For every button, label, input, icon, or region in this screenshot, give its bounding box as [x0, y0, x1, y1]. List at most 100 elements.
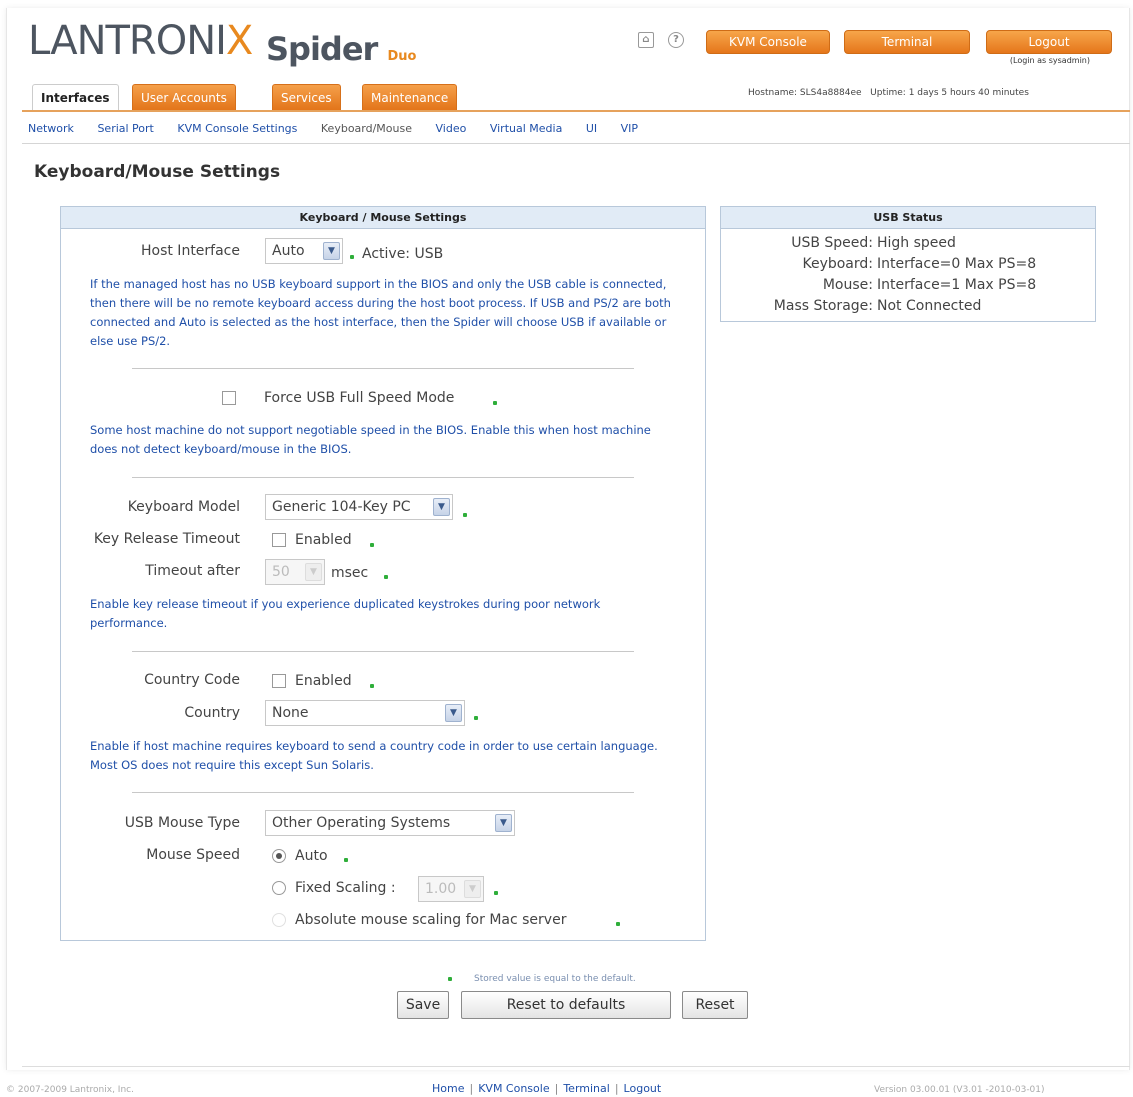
save-button[interactable]: Save [397, 991, 449, 1019]
footer-logout-link[interactable]: Logout [624, 1082, 662, 1095]
subnav-virtual-media[interactable]: Virtual Media [490, 122, 562, 135]
tab-divider [22, 110, 1130, 112]
divider [132, 792, 634, 793]
mouse-speed-fixed-radio[interactable] [272, 881, 286, 895]
chevron-down-icon: ▼ [464, 880, 481, 898]
keyboard-key: Keyboard: [802, 256, 873, 272]
hostname-text: Hostname: SLS4a8884ee [748, 88, 862, 98]
country-code-enabled-checkbox[interactable] [272, 674, 286, 688]
default-indicator-icon [344, 858, 348, 862]
usb-status-panel: USB Status USB Speed: High speed Keyboar… [720, 206, 1096, 322]
mouse-speed-auto-radio[interactable] [272, 849, 286, 863]
login-as-text: (Login as sysadmin) [1009, 56, 1090, 65]
default-indicator-icon [494, 891, 498, 895]
footer-divider [22, 1066, 1130, 1067]
country-select[interactable]: None ▼ [265, 700, 465, 726]
tab-services[interactable]: Services [272, 84, 341, 111]
default-indicator-icon [350, 255, 354, 259]
uptime-text: Uptime: 1 days 5 hours 40 minutes [870, 88, 1029, 98]
subnav-serial-port[interactable]: Serial Port [97, 122, 153, 135]
keyboard-model-label: Keyboard Model [127, 499, 240, 515]
subnav-divider [22, 143, 1130, 144]
subnav-vip[interactable]: VIP [621, 122, 638, 135]
subnav-keyboard-mouse[interactable]: Keyboard/Mouse [321, 122, 412, 135]
sub-navigation: Network Serial Port KVM Console Settings… [28, 122, 658, 135]
subnav-ui[interactable]: UI [586, 122, 597, 135]
country-code-label: Country Code [144, 672, 240, 688]
country-value: None [272, 705, 309, 721]
terminal-button[interactable]: Terminal [844, 30, 970, 54]
tab-maintenance[interactable]: Maintenance [362, 84, 458, 111]
subnav-kvm-console-settings[interactable]: KVM Console Settings [177, 122, 297, 135]
fixed-scaling-label: Fixed Scaling : [295, 880, 396, 896]
footer-home-link[interactable]: Home [432, 1082, 464, 1095]
reset-to-defaults-button[interactable]: Reset to defaults [461, 991, 671, 1019]
key-release-enabled-checkbox[interactable] [272, 533, 286, 547]
key-release-timeout-label: Key Release Timeout [93, 531, 240, 547]
mass-storage-key: Mass Storage: [773, 298, 873, 314]
usb-mouse-type-value: Other Operating Systems [272, 815, 451, 831]
brand-wordmark: LANTRONIX [28, 18, 253, 64]
divider [132, 477, 634, 478]
force-usb-label: Force USB Full Speed Mode [264, 390, 455, 406]
host-status: Hostname: SLS4a8884ee Uptime: 1 days 5 h… [748, 88, 1029, 98]
default-indicator-icon [370, 543, 374, 547]
force-usb-checkbox[interactable] [222, 391, 236, 405]
default-indicator-icon [493, 401, 497, 405]
fixed-scaling-select[interactable]: 1.00 ▼ [418, 876, 484, 902]
product-wordmark: Spider Duo [266, 30, 417, 68]
tab-user-accounts[interactable]: User Accounts [132, 84, 236, 111]
active-interface-text: Active: USB [362, 246, 444, 262]
help-icon[interactable]: ? [668, 32, 684, 48]
fixed-scaling-value: 1.00 [425, 881, 457, 897]
copyright-text: © 2007-2009 Lantronix, Inc. [6, 1085, 134, 1095]
mouse-speed-label: Mouse Speed [146, 847, 240, 863]
country-code-enabled-label: Enabled [295, 673, 352, 689]
divider [132, 651, 634, 652]
mouse-speed-auto-label: Auto [295, 848, 328, 864]
reset-button[interactable]: Reset [682, 991, 748, 1019]
timeout-select[interactable]: 50 ▼ [265, 559, 325, 585]
host-interface-select[interactable]: Auto ▼ [265, 238, 343, 264]
chevron-down-icon: ▼ [323, 242, 340, 260]
default-indicator-icon [463, 513, 467, 517]
default-indicator-icon [474, 716, 478, 720]
timeout-after-label: Timeout after [145, 563, 240, 579]
timeout-value: 50 [272, 564, 290, 580]
footer-terminal-link[interactable]: Terminal [563, 1082, 610, 1095]
key-release-note: Enable key release timeout if you experi… [90, 597, 601, 630]
chevron-down-icon: ▼ [495, 814, 512, 832]
country-code-note: Enable if host machine requires keyboard… [90, 739, 658, 772]
chevron-down-icon: ▼ [445, 704, 462, 722]
footer-links: Home | KVM Console | Terminal | Logout [432, 1082, 662, 1095]
chevron-down-icon: ▼ [433, 498, 450, 516]
usb-speed-row: USB Speed: High speed [721, 235, 1095, 256]
subnav-network[interactable]: Network [28, 122, 74, 135]
home-icon[interactable]: ⌂ [638, 32, 654, 48]
footer-kvm-link[interactable]: KVM Console [478, 1082, 549, 1095]
default-indicator-icon [370, 684, 374, 688]
tab-interfaces[interactable]: Interfaces [32, 84, 119, 111]
subnav-video[interactable]: Video [436, 122, 467, 135]
mouse-value: Interface=1 Max PS=8 [877, 277, 1037, 293]
country-label: Country [184, 705, 240, 721]
force-usb-note: Some host machine do not support negotia… [90, 423, 651, 456]
usb-status-list: USB Speed: High speed Keyboard: Interfac… [721, 235, 1095, 319]
usb-mouse-type-label: USB Mouse Type [124, 815, 240, 831]
default-indicator-icon [384, 575, 388, 579]
mouse-row: Mouse: Interface=1 Max PS=8 [721, 277, 1095, 298]
default-indicator-icon [448, 977, 452, 981]
usb-speed-key: USB Speed: [791, 235, 873, 251]
msec-label: msec [331, 565, 369, 581]
mouse-speed-absolute-radio[interactable] [272, 913, 286, 927]
default-indicator-icon [616, 922, 620, 926]
keyboard-model-select[interactable]: Generic 104-Key PC ▼ [265, 494, 453, 520]
mouse-key: Mouse: [822, 277, 873, 293]
usb-status-title: USB Status [721, 207, 1095, 229]
host-interface-value: Auto [272, 243, 305, 259]
kvm-console-button[interactable]: KVM Console [706, 30, 830, 54]
divider [132, 368, 634, 369]
keyboard-value: Interface=0 Max PS=8 [877, 256, 1037, 272]
usb-mouse-type-select[interactable]: Other Operating Systems ▼ [265, 810, 515, 836]
logout-button[interactable]: Logout [986, 30, 1112, 54]
